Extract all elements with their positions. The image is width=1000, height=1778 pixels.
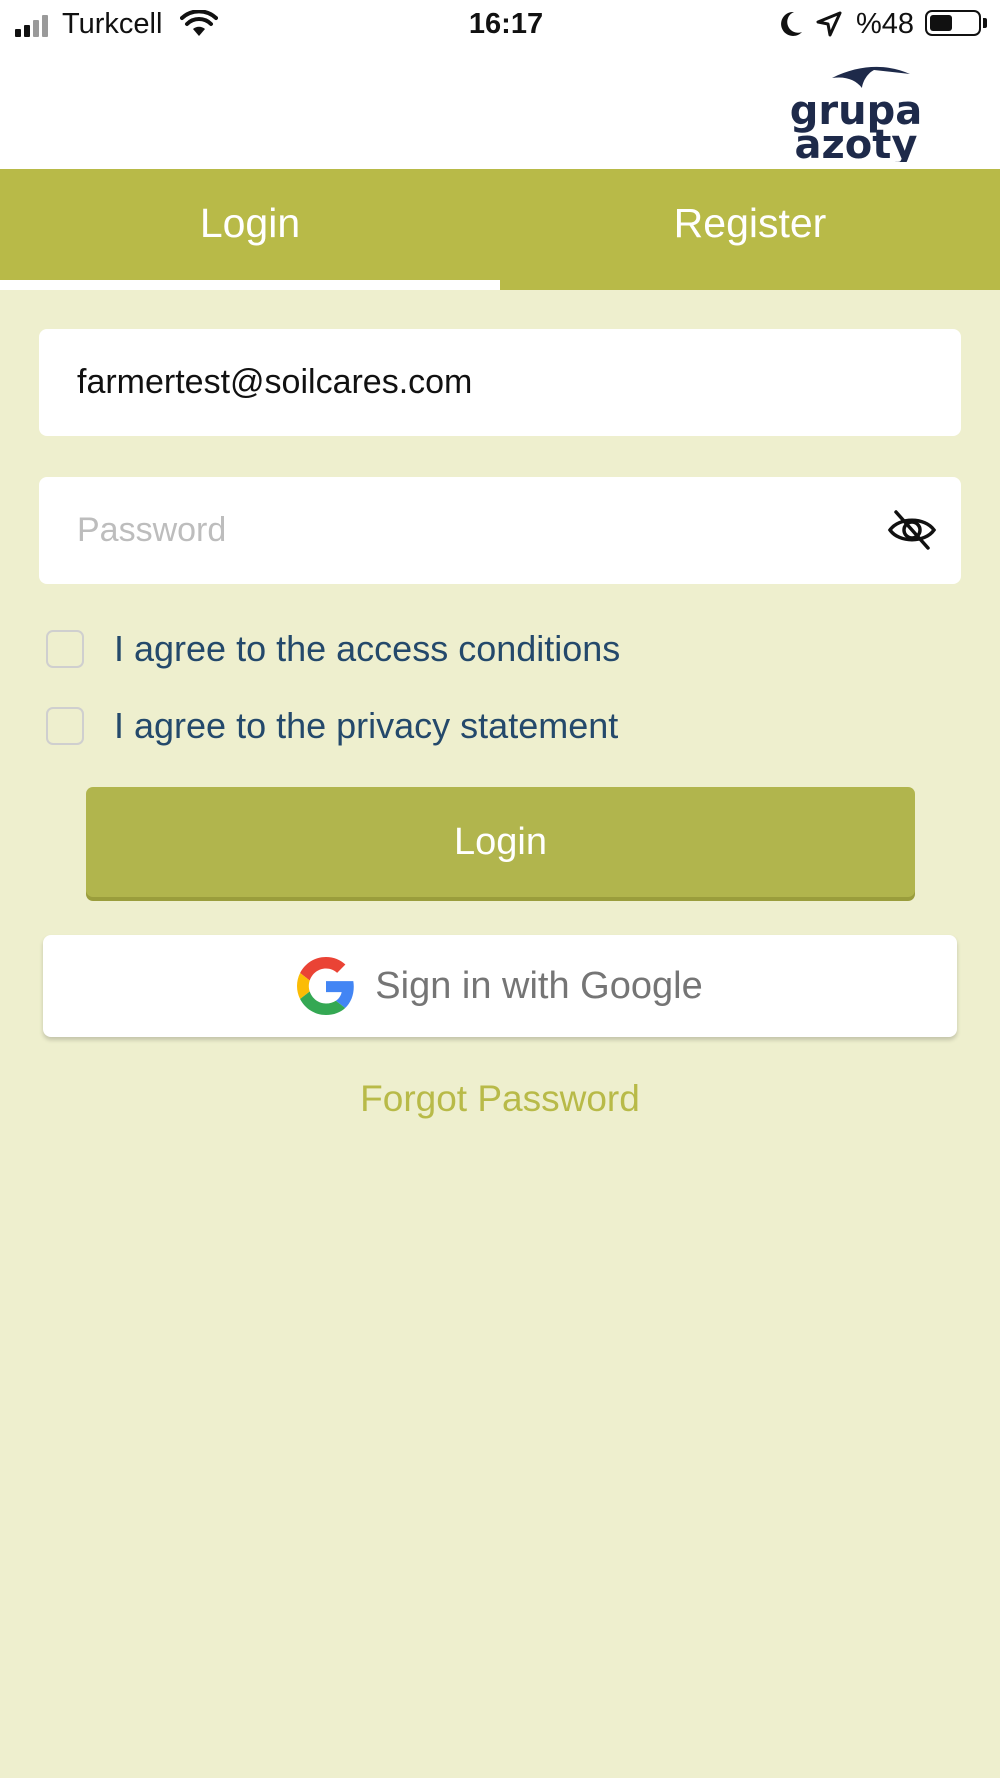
login-button-label: Login <box>454 820 547 863</box>
app-header: grupa azoty <box>0 50 1000 169</box>
auth-tabs: Login Register <box>0 169 1000 290</box>
battery-percentage: %48 <box>856 8 915 40</box>
tab-login-label: Login <box>199 200 301 246</box>
tab-register[interactable]: Register <box>500 169 1000 290</box>
forgot-password-link[interactable]: Forgot Password <box>0 1078 1000 1120</box>
google-sign-in-label: Sign in with Google <box>375 964 703 1007</box>
login-button[interactable]: Login <box>86 787 915 897</box>
password-field-container <box>39 477 961 584</box>
privacy-statement-label: I agree to the privacy statement <box>114 705 619 746</box>
password-field[interactable] <box>77 477 857 584</box>
privacy-statement-checkbox[interactable] <box>46 707 84 745</box>
clock: 16:17 <box>468 8 544 40</box>
logo-text-bottom: azoty <box>795 122 918 162</box>
google-sign-in-button[interactable]: Sign in with Google <box>43 935 957 1037</box>
eye-off-icon[interactable] <box>887 507 937 553</box>
status-bar: Turkcell 16:17 %48 <box>0 0 1000 50</box>
google-icon <box>297 957 355 1015</box>
tab-login[interactable]: Login <box>0 169 500 290</box>
email-field[interactable] <box>77 329 857 436</box>
location-arrow-icon <box>816 11 842 37</box>
active-tab-indicator <box>0 280 500 290</box>
email-field-container <box>39 329 961 436</box>
access-conditions-label: I agree to the access conditions <box>114 628 621 669</box>
access-conditions-row: I agree to the access conditions <box>46 628 620 670</box>
battery-tip <box>983 18 987 28</box>
tab-register-label: Register <box>673 200 827 246</box>
privacy-statement-row: I agree to the privacy statement <box>46 705 618 747</box>
access-conditions-checkbox[interactable] <box>46 630 84 668</box>
battery-icon <box>925 10 981 36</box>
moon-icon <box>781 11 802 36</box>
grupa-azoty-logo: grupa azoty <box>790 66 922 162</box>
